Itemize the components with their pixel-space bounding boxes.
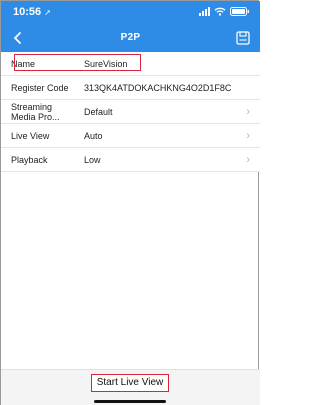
playback-value: Low bbox=[84, 154, 101, 165]
app-screen: 10:56 ➚ P2P Name SureVision Register Cod… bbox=[0, 0, 260, 405]
row-register-code[interactable]: Register Code 313QK4ATDOKACHKNG4O2D1F8C bbox=[1, 76, 260, 100]
status-icons bbox=[199, 7, 250, 16]
row-playback[interactable]: Playback Low › bbox=[1, 148, 260, 172]
chevron-right-icon: › bbox=[246, 129, 250, 142]
wifi-icon bbox=[214, 7, 226, 16]
status-time: 10:56 ➚ bbox=[13, 6, 51, 18]
row-label: Streaming Media Pro... bbox=[11, 101, 60, 122]
streaming-protocol-value: Default bbox=[84, 106, 113, 117]
live-view-value: Auto bbox=[84, 130, 103, 141]
battery-icon bbox=[230, 7, 250, 16]
location-arrow-icon: ➚ bbox=[44, 8, 51, 17]
signal-bars-icon bbox=[199, 7, 210, 16]
row-name[interactable]: Name SureVision bbox=[1, 52, 260, 76]
save-button[interactable] bbox=[234, 29, 252, 47]
navigation-bar: P2P bbox=[1, 25, 260, 52]
bottom-bar: Start Live View bbox=[1, 369, 260, 405]
start-live-view-button[interactable]: Start Live View bbox=[91, 374, 169, 392]
row-streaming-media-protocol[interactable]: Streaming Media Pro... Default › bbox=[1, 100, 260, 124]
device-name-value[interactable]: SureVision bbox=[84, 59, 127, 69]
row-live-view[interactable]: Live View Auto › bbox=[1, 124, 260, 148]
row-label: Name bbox=[11, 58, 36, 69]
save-icon bbox=[236, 31, 250, 45]
page-title: P2P bbox=[120, 32, 141, 43]
clock-time: 10:56 bbox=[13, 6, 42, 18]
home-indicator bbox=[94, 400, 166, 403]
row-label: Register Code bbox=[11, 82, 69, 93]
chevron-right-icon: › bbox=[246, 153, 250, 166]
register-code-value[interactable]: 313QK4ATDOKACHKNG4O2D1F8C bbox=[84, 83, 231, 93]
row-label: Playback bbox=[11, 154, 48, 165]
settings-list: Name SureVision Register Code 313QK4ATDO… bbox=[1, 52, 260, 172]
row-label: Live View bbox=[11, 130, 50, 141]
status-bar: 10:56 ➚ bbox=[1, 1, 260, 25]
chevron-right-icon: › bbox=[246, 105, 250, 118]
